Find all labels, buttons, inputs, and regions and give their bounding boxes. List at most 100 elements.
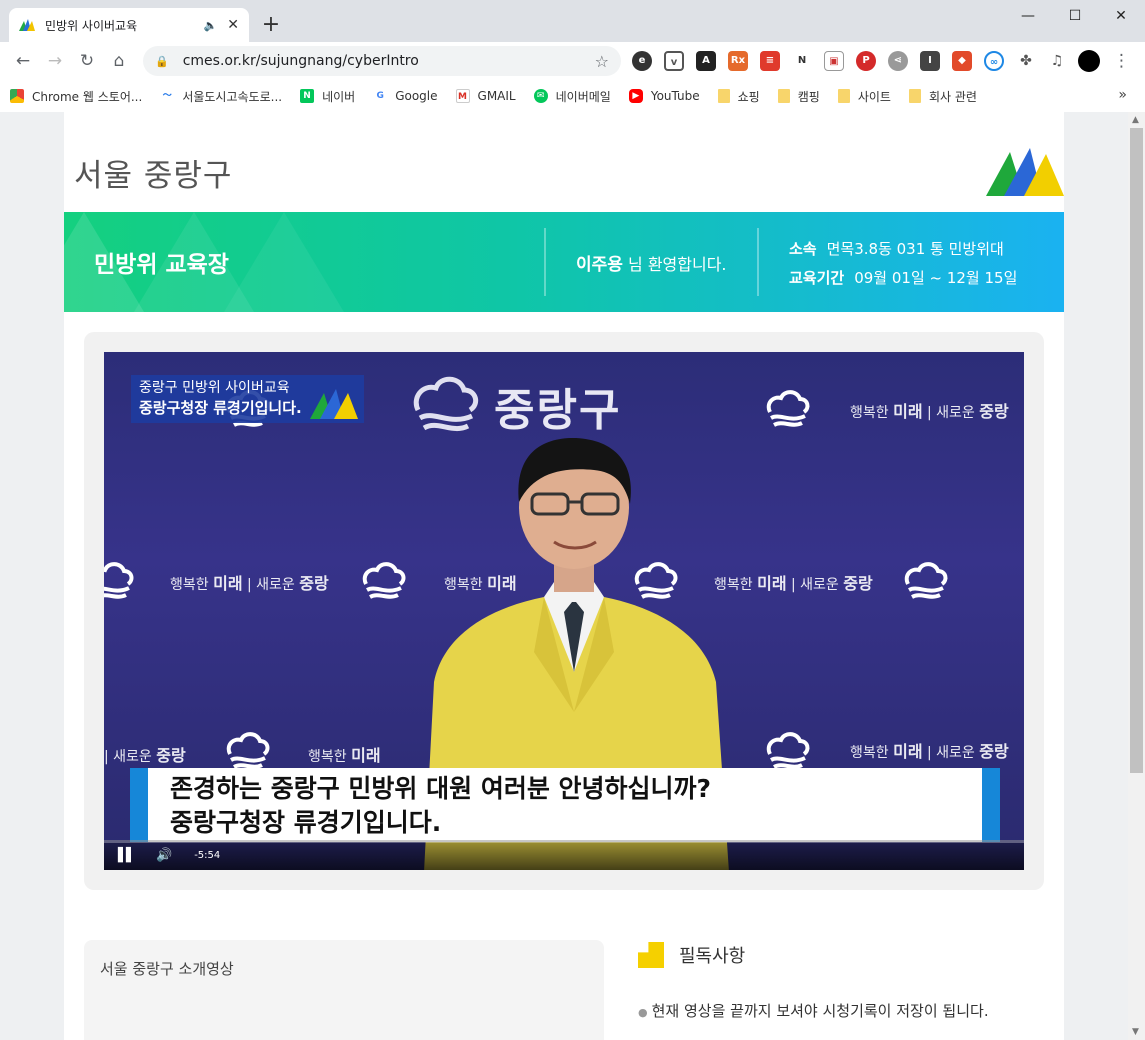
folder-icon	[837, 89, 850, 103]
cloud-watermark-icon	[904, 562, 948, 599]
bookmarks-overflow-button[interactable]: »	[1118, 87, 1127, 103]
bookmark-label: GMAIL	[477, 89, 516, 103]
slogan-part: 새로운	[936, 745, 975, 761]
profile-avatar[interactable]	[1078, 50, 1100, 72]
browser-tab[interactable]: 민방위 사이버교육 🔈 ✕	[9, 8, 249, 42]
tab-strip: 민방위 사이버교육 🔈 ✕ + — ☐ ✕	[0, 0, 1145, 42]
bookmark-label: Google	[395, 89, 438, 103]
folder-icon	[777, 89, 790, 103]
close-window-button[interactable]: ✕	[1109, 6, 1133, 26]
page-scrollbar[interactable]: ▲ ▼	[1128, 112, 1145, 1040]
pause-icon[interactable]: ▌▌	[118, 848, 136, 863]
banner-divider	[757, 228, 759, 296]
video-progress-bar[interactable]	[104, 840, 1024, 843]
affiliation-row: 소속 면목3.8동 031 통 민방위대	[789, 238, 1004, 259]
bookmark-label: YouTube	[650, 89, 700, 103]
banner-divider	[544, 228, 546, 296]
video-subtitle: 존경하는 중랑구 민방위 대원 여러분 안녕하십니까? 중랑구청장 류경기입니다…	[130, 768, 1000, 842]
scrollbar-thumb[interactable]	[1130, 128, 1143, 773]
intro-title: 서울 중랑구 소개영상	[100, 960, 234, 978]
media-control-icon[interactable]: ♫	[1047, 51, 1067, 71]
address-bar[interactable]: 🔒 cmes.or.kr/sujungnang/cyberIntro ☆	[143, 46, 621, 76]
extension-n-icon[interactable]: N	[792, 51, 812, 71]
subtitle-line-1: 존경하는 중랑구 민방위 대원 여러분 안녕하십니까?	[170, 774, 712, 803]
cloud-watermark-icon	[362, 562, 406, 599]
tab-title: 민방위 사이버교육	[45, 18, 138, 33]
site-favicon-icon	[19, 19, 35, 31]
affiliation-value: 면목3.8동 031 통 민방위대	[826, 240, 1004, 258]
pocket-icon[interactable]: v	[664, 51, 684, 71]
scroll-down-icon[interactable]: ▼	[1132, 1027, 1139, 1037]
bookmark-folder-shopping[interactable]: 쇼핑	[717, 88, 760, 105]
extension-window-icon[interactable]: ▣	[824, 51, 844, 71]
extension-a-icon[interactable]: A	[696, 51, 716, 71]
maximize-button[interactable]: ☐	[1063, 6, 1087, 26]
slogan-part: 미래	[351, 746, 381, 765]
slogan-part: 행복한	[850, 405, 889, 421]
home-icon[interactable]: ⌂	[108, 50, 130, 72]
bookmark-naver[interactable]: N 네이버	[300, 88, 355, 105]
video-caption-box: 중랑구 민방위 사이버교육 중랑구청장 류경기입니다.	[131, 375, 364, 423]
menu-kebab-icon[interactable]: ⋮	[1113, 50, 1130, 72]
bookmark-folder-sites[interactable]: 사이트	[837, 88, 891, 105]
slogan-watermark: 행복한 미래 | 새로운 중랑	[170, 574, 329, 593]
reload-icon[interactable]: ↻	[76, 50, 98, 72]
share-icon[interactable]: ⋖	[888, 51, 908, 71]
bookmark-folder-camping[interactable]: 캠핑	[777, 88, 820, 105]
bookmark-youtube[interactable]: ▶ YouTube	[628, 89, 700, 103]
pinterest-icon[interactable]: P	[856, 51, 876, 71]
bookmark-naver-mail[interactable]: ✉ 네이버메일	[533, 88, 611, 105]
cloud-watermark-icon	[766, 732, 810, 769]
cloud-watermark-icon	[226, 732, 270, 769]
extension-e-icon[interactable]: e	[632, 51, 652, 71]
bookmark-folder-company[interactable]: 회사 관련	[908, 88, 977, 105]
user-name: 이주용	[576, 255, 623, 275]
extension-red-icon[interactable]: ◆	[952, 51, 972, 71]
speaker-icon[interactable]: 🔈	[204, 19, 218, 32]
intro-video-card: 서울 중랑구 소개영상	[84, 940, 604, 1040]
tab-close-icon[interactable]: ✕	[227, 17, 239, 33]
bookmark-star-icon[interactable]: ☆	[595, 52, 609, 71]
folder-icon	[908, 89, 921, 103]
naver-icon: N	[300, 89, 315, 103]
bookmark-chrome-store[interactable]: Chrome 웹 스토어...	[10, 88, 142, 105]
folder-icon	[717, 89, 730, 103]
slogan-part: 중랑	[843, 574, 873, 593]
time-remaining: -5:54	[194, 849, 221, 861]
video-player[interactable]: 중랑구 행복한 미래 | 새로운 중랑 행복한 미래 | 새로운 중랑 행복한 …	[104, 352, 1024, 870]
slogan-part: 새로운	[256, 577, 295, 593]
minimize-button[interactable]: —	[1016, 6, 1040, 26]
slogan-part: 미래	[893, 402, 923, 421]
forward-arrow-icon[interactable]: →	[44, 50, 66, 72]
jungnang-logo-icon[interactable]	[986, 146, 1064, 196]
bookmark-label: 캠핑	[797, 89, 820, 104]
back-arrow-icon[interactable]: ←	[12, 50, 34, 72]
todoist-icon[interactable]: ≡	[760, 51, 780, 71]
lock-icon[interactable]: 🔒	[155, 55, 169, 68]
bookmark-gmail[interactable]: M GMAIL	[455, 89, 516, 103]
extensions-puzzle-icon[interactable]: ✤	[1016, 51, 1036, 71]
extension-infinity-icon[interactable]: ∞	[984, 51, 1004, 71]
welcome-suffix: 님 환영합니다.	[622, 255, 727, 274]
jungnang-cloud-icon	[413, 376, 479, 432]
bookmark-label: 네이버메일	[555, 89, 611, 104]
slogan-part: 새로운	[800, 577, 839, 593]
bookmarks-bar: Chrome 웹 스토어... 〜 서울도시고속도로... N 네이버 G Googl…	[0, 80, 1145, 112]
browser-toolbar: ← → ↻ ⌂ 🔒 cmes.or.kr/sujungnang/cyberInt…	[0, 42, 1145, 80]
extension-i-icon[interactable]: I	[920, 51, 940, 71]
bookmark-label: 사이트	[857, 89, 891, 104]
expressway-icon: 〜	[160, 89, 175, 103]
extension-rx-icon[interactable]: Rx	[728, 51, 748, 71]
cloud-watermark-icon	[766, 390, 810, 427]
volume-icon[interactable]: 🔊	[156, 848, 172, 863]
url-text[interactable]: cmes.or.kr/sujungnang/cyberIntro	[183, 53, 595, 69]
new-tab-button[interactable]: +	[260, 12, 282, 38]
notice-heading: 필독사항	[679, 946, 746, 967]
section-title: 민방위 교육장	[94, 252, 229, 278]
slogan-part: 미래	[893, 742, 923, 761]
bookmark-google[interactable]: G Google	[373, 89, 438, 103]
scroll-up-icon[interactable]: ▲	[1132, 115, 1139, 125]
period-label: 교육기간	[789, 269, 845, 287]
youtube-icon: ▶	[628, 89, 643, 103]
bookmark-seoul-expressway[interactable]: 〜 서울도시고속도로...	[160, 88, 282, 105]
